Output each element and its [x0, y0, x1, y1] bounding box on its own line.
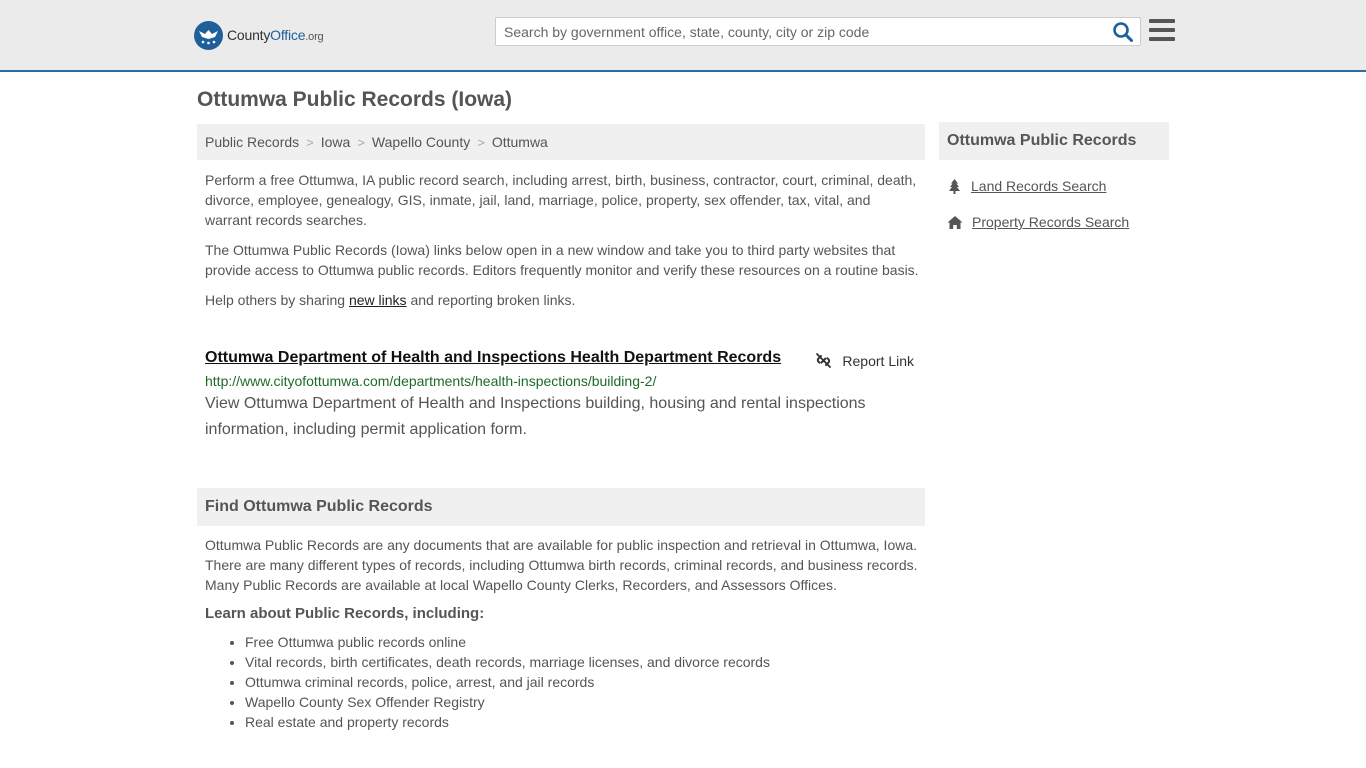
breadcrumb: Public Records > Iowa > Wapello County >… — [197, 124, 925, 160]
breadcrumb-separator: > — [477, 134, 485, 150]
search-icon[interactable] — [1112, 21, 1136, 43]
eagle-seal-icon — [194, 20, 223, 50]
sidebar-heading: Ottumwa Public Records — [939, 122, 1169, 160]
record-entry: Ottumwa Department of Health and Inspect… — [205, 349, 919, 443]
broken-link-icon — [816, 353, 832, 368]
list-item: Wapello County Sex Offender Registry — [245, 692, 919, 712]
new-links-link[interactable]: new links — [349, 292, 407, 308]
site-header: CountyOffice.org — [0, 0, 1366, 72]
page-title: Ottumwa Public Records (Iowa) — [197, 88, 513, 111]
find-records-paragraph: Ottumwa Public Records are any documents… — [205, 537, 918, 593]
record-description: View Ottumwa Department of Health and In… — [205, 395, 866, 438]
list-item: Free Ottumwa public records online — [245, 632, 919, 652]
intro-section: Perform a free Ottumwa, IA public record… — [205, 170, 919, 320]
logo-wordmark: CountyOffice.org — [227, 27, 324, 43]
record-title-link[interactable]: Ottumwa Department of Health and Inspect… — [205, 349, 781, 367]
breadcrumb-ottumwa[interactable]: Ottumwa — [492, 134, 548, 150]
sidebar-item-property-records[interactable]: Property Records Search — [947, 214, 1129, 230]
home-icon — [947, 215, 963, 229]
sidebar-item-label: Land Records Search — [971, 178, 1107, 194]
sidebar-item-label: Property Records Search — [972, 214, 1130, 230]
list-item: Vital records, birth certificates, death… — [245, 652, 919, 672]
list-item: Real estate and property records — [245, 712, 919, 732]
sidebar-item-land-records[interactable]: Land Records Search — [947, 178, 1106, 194]
find-records-heading: Find Ottumwa Public Records — [197, 488, 925, 526]
list-item: Ottumwa criminal records, police, arrest… — [245, 672, 919, 692]
links-disclaimer: The Ottumwa Public Records (Iowa) links … — [205, 242, 919, 278]
share-links-note: Help others by sharing new links and rep… — [205, 292, 576, 308]
breadcrumb-separator: > — [357, 134, 365, 150]
breadcrumb-wapello-county[interactable]: Wapello County — [372, 134, 470, 150]
breadcrumb-iowa[interactable]: Iowa — [321, 134, 351, 150]
breadcrumb-public-records[interactable]: Public Records — [205, 134, 299, 150]
report-link-button[interactable]: Report Link — [815, 352, 914, 369]
hamburger-menu-icon[interactable] — [1149, 19, 1175, 41]
intro-paragraph: Perform a free Ottumwa, IA public record… — [205, 172, 917, 228]
tree-icon — [949, 179, 960, 194]
breadcrumb-separator: > — [306, 134, 314, 150]
learn-list: Free Ottumwa public records online Vital… — [205, 632, 919, 732]
search-input[interactable] — [496, 18, 1106, 45]
find-records-body: Ottumwa Public Records are any documents… — [205, 535, 919, 732]
record-url: http://www.cityofottumwa.com/departments… — [205, 373, 657, 389]
site-logo[interactable]: CountyOffice.org — [194, 20, 324, 50]
learn-heading: Learn about Public Records, including: — [205, 605, 485, 622]
report-link-label: Report Link — [842, 352, 914, 369]
search-bar — [495, 17, 1141, 46]
